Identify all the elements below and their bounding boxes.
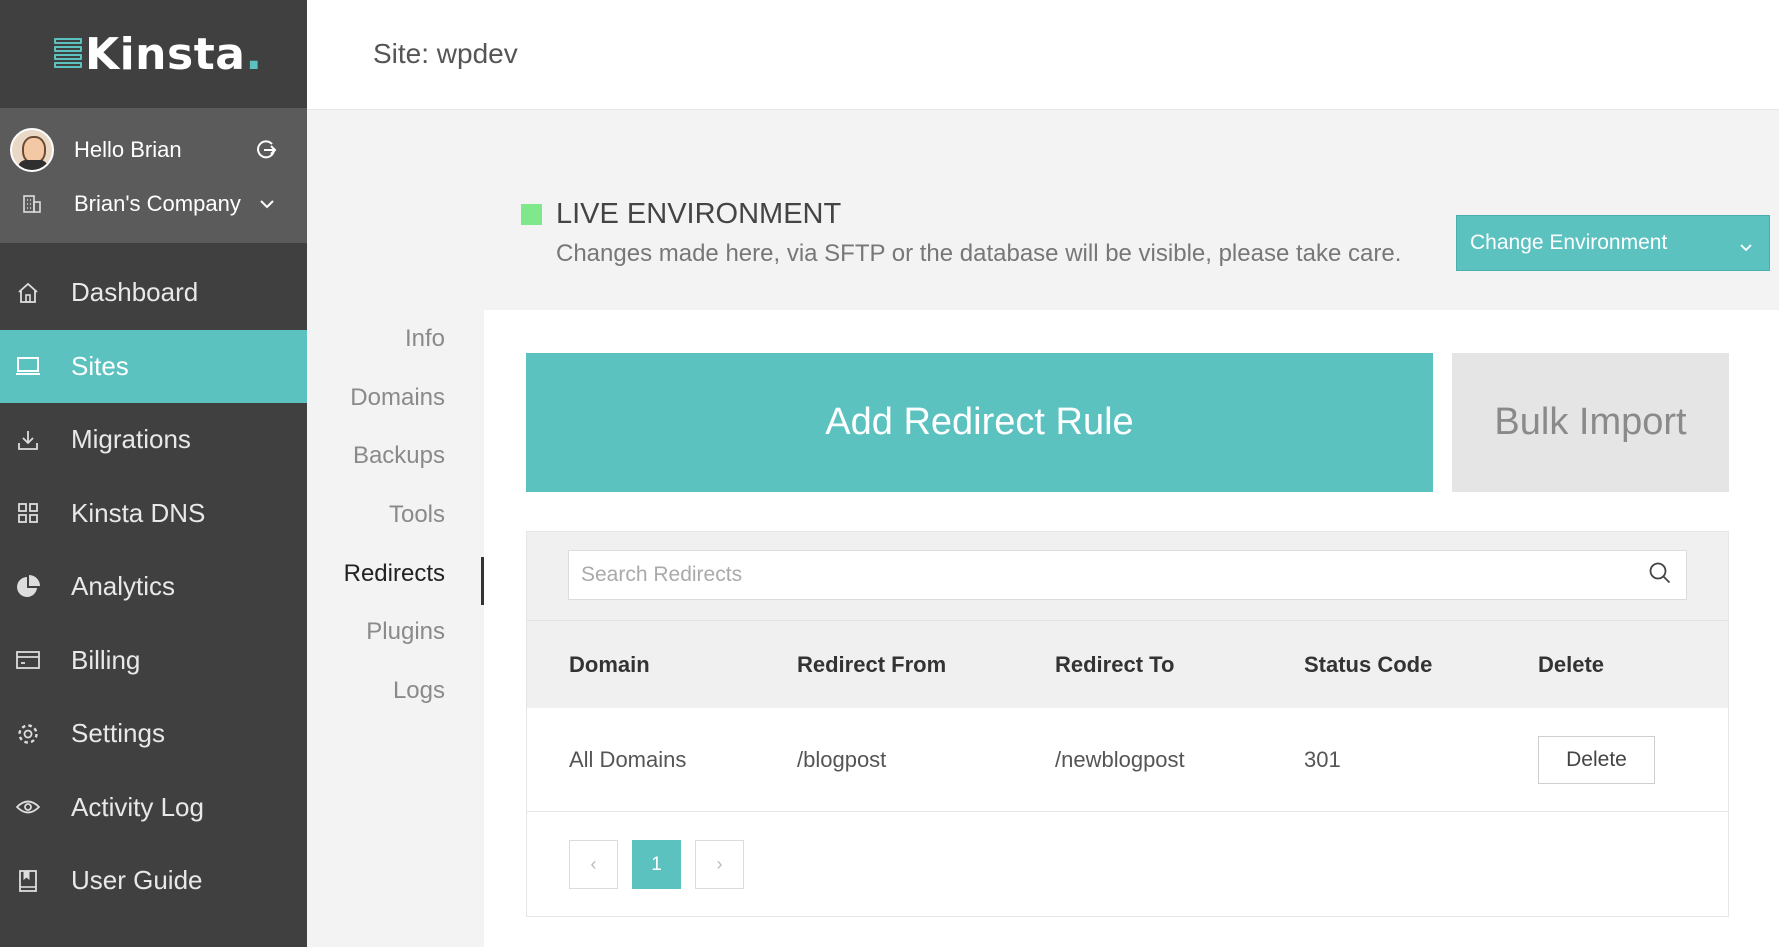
cell-delete: Delete [1538, 735, 1728, 784]
nav-item-analytics[interactable]: Analytics [0, 550, 307, 624]
kinsta-logo[interactable]: Kinsta. [0, 0, 307, 108]
subnav-item-logs[interactable]: Logs [307, 662, 484, 721]
cell-status-code: 301 [1304, 746, 1341, 772]
cell-redirect-from: /blogpost [797, 746, 887, 772]
user-box: Hello Brian Brian's Company [0, 108, 307, 243]
nav-label: Activity Log [71, 791, 204, 822]
nav-label: Sites [71, 350, 129, 381]
nav-item-billing[interactable]: Billing [0, 624, 307, 698]
page-header: Site: wpdev [307, 0, 1779, 110]
nav-label: Analytics [71, 571, 176, 602]
download-icon [14, 426, 42, 454]
cell-domain: All Domains [569, 746, 687, 772]
eye-icon [14, 793, 42, 821]
nav-item-sites[interactable]: Sites [0, 329, 307, 403]
environment-description: Changes made here, via SFTP or the datab… [556, 240, 1402, 267]
user-greeting: Hello Brian [74, 137, 182, 162]
brand-name: Kinsta [85, 28, 246, 80]
gear-icon [14, 720, 42, 748]
nav-label: User Guide [71, 865, 203, 896]
subnav-item-redirects[interactable]: Redirects [307, 545, 484, 605]
chevron-down-icon [245, 199, 289, 209]
avatar[interactable] [10, 128, 54, 172]
nav-item-migrations[interactable]: Migrations [0, 403, 307, 477]
nav-item-settings[interactable]: Settings [0, 697, 307, 771]
nav-item-activity-log[interactable]: Activity Log [0, 771, 307, 845]
bulk-import-button[interactable]: Bulk Import [1452, 353, 1729, 492]
nav-label: Settings [71, 718, 165, 749]
kinsta-logo-icon [54, 38, 82, 70]
chevron-down-icon [1739, 234, 1753, 258]
home-icon [14, 279, 42, 307]
column-header-domain: Domain [569, 651, 650, 677]
search-bar [527, 532, 1728, 620]
environment-status-indicator [521, 204, 542, 225]
nav-item-kinsta-dns[interactable]: Kinsta DNS [0, 477, 307, 551]
credit-card-icon [14, 646, 42, 674]
cell-redirect-to: /newblogpost [1055, 746, 1185, 772]
pie-chart-icon [14, 573, 42, 601]
change-environment-label: Change Environment [1470, 231, 1668, 254]
book-icon [14, 867, 42, 895]
column-header-redirect-to: Redirect To [1055, 651, 1175, 677]
logout-icon[interactable] [245, 139, 289, 161]
subnav-item-plugins[interactable]: Plugins [307, 603, 484, 662]
main-nav: Dashboard Sites Migrations Kinsta DNS An… [0, 256, 307, 918]
laptop-icon [14, 352, 42, 380]
nav-label: Migrations [71, 424, 191, 455]
delete-button[interactable]: Delete [1538, 735, 1655, 784]
company-selector[interactable]: Brian's Company [0, 180, 307, 228]
nav-item-dashboard[interactable]: Dashboard [0, 256, 307, 330]
subnav-item-domains[interactable]: Domains [307, 369, 484, 428]
column-header-delete: Delete [1538, 651, 1605, 677]
nav-label: Kinsta DNS [71, 497, 206, 528]
table-header: Domain Redirect From Redirect To Status … [527, 620, 1728, 708]
search-icon[interactable] [1648, 561, 1672, 590]
nav-item-user-guide[interactable]: User Guide [0, 844, 307, 918]
nav-label: Billing [71, 644, 141, 675]
prev-page-button[interactable]: ‹ [569, 840, 618, 889]
table-row: All Domains /blogpost /newblogpost 301 D… [527, 708, 1728, 812]
nav-label: Dashboard [71, 277, 199, 308]
column-header-redirect-from: Redirect From [797, 651, 947, 677]
change-environment-button[interactable]: Change Environment [1456, 215, 1770, 271]
subnav-item-info[interactable]: Info [307, 310, 484, 369]
company-name: Brian's Company [74, 191, 241, 216]
next-page-button[interactable]: › [695, 840, 744, 889]
search-box [568, 550, 1687, 600]
search-input[interactable] [581, 563, 1648, 587]
subnav-item-backups[interactable]: Backups [307, 427, 484, 486]
column-header-status-code: Status Code [1304, 651, 1433, 677]
add-redirect-rule-button[interactable]: Add Redirect Rule [526, 353, 1433, 492]
page-button-current[interactable]: 1 [632, 840, 681, 889]
page-title: Site: wpdev [373, 38, 518, 69]
pagination: ‹ 1 › [527, 812, 1728, 889]
building-icon [10, 193, 54, 215]
user-row: Hello Brian [0, 126, 307, 174]
grid-icon [14, 499, 42, 527]
sidebar: Kinsta. Hello Brian Brian's Company Dash… [0, 0, 307, 947]
subnav-item-tools[interactable]: Tools [307, 486, 484, 545]
redirects-table: Domain Redirect From Redirect To Status … [526, 531, 1729, 917]
site-subnav: Info Domains Backups Tools Redirects Plu… [307, 310, 484, 721]
environment-title: LIVE ENVIRONMENT [556, 198, 842, 230]
